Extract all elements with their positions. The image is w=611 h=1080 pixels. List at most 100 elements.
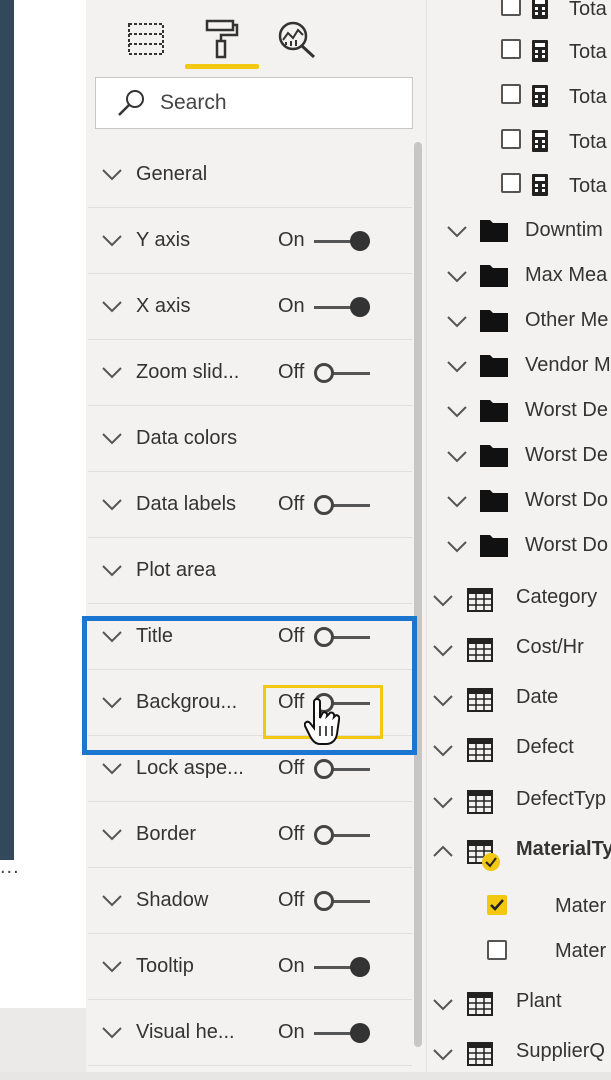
field-checkbox[interactable] xyxy=(501,129,521,149)
expand-chevron[interactable] xyxy=(431,1042,455,1072)
format-section-row[interactable]: Shadow Off xyxy=(88,868,412,934)
display-folder-item[interactable]: Max Mea xyxy=(427,264,611,294)
table-icon xyxy=(467,688,493,712)
display-folder-item[interactable]: Worst De xyxy=(427,444,611,474)
table-icon-wrap xyxy=(467,790,493,820)
chevron-down-icon xyxy=(433,645,453,657)
field-table-item[interactable]: MaterialTy xyxy=(427,838,611,871)
format-section-row[interactable]: Data labels Off xyxy=(88,472,412,538)
section-toggle-switch[interactable] xyxy=(314,230,372,252)
section-toggle-switch[interactable] xyxy=(314,296,372,318)
section-toggle-switch[interactable] xyxy=(314,692,372,714)
format-section-row[interactable]: Border Off xyxy=(88,802,412,868)
field-checkbox[interactable] xyxy=(487,940,507,960)
field-checkbox[interactable] xyxy=(501,39,521,59)
expand-chevron[interactable] xyxy=(100,888,124,917)
format-section-row[interactable]: Lock aspe... Off xyxy=(88,736,412,802)
display-folder-item[interactable]: Worst De xyxy=(427,399,611,429)
folder-label: Worst Do xyxy=(525,534,608,556)
expand-chevron[interactable] xyxy=(431,790,455,820)
measure-field-item[interactable]: Tota xyxy=(427,84,611,116)
expand-chevron[interactable] xyxy=(445,219,469,249)
format-section-row[interactable]: Tooltip On xyxy=(88,934,412,1000)
display-folder-item[interactable]: Worst Do xyxy=(427,534,611,564)
section-toggle-switch[interactable] xyxy=(314,758,372,780)
expand-chevron[interactable] xyxy=(445,354,469,384)
format-section-row[interactable]: Title Off xyxy=(88,604,412,670)
format-search-box[interactable] xyxy=(95,77,413,129)
expand-chevron[interactable] xyxy=(100,360,124,389)
field-column-item[interactable]: Mater xyxy=(427,940,611,970)
field-checkbox[interactable] xyxy=(501,0,521,16)
field-table-item[interactable]: Defect xyxy=(427,736,611,766)
display-folder-item[interactable]: Vendor M xyxy=(427,354,611,384)
section-toggle-switch[interactable] xyxy=(314,890,372,912)
search-input[interactable] xyxy=(158,90,402,116)
more-options-dots[interactable]: ... xyxy=(0,856,20,879)
field-checkbox[interactable] xyxy=(501,84,521,104)
field-table-item[interactable]: SupplierQ xyxy=(427,1040,611,1070)
expand-chevron[interactable] xyxy=(431,992,455,1022)
expand-chevron[interactable] xyxy=(100,294,124,323)
measure-field-item[interactable]: Tota xyxy=(427,129,611,161)
field-table-item[interactable]: Date xyxy=(427,686,611,716)
expand-chevron[interactable] xyxy=(431,638,455,668)
expand-chevron[interactable] xyxy=(100,558,124,587)
toggle-knob xyxy=(314,363,334,383)
section-toggle-switch[interactable] xyxy=(314,626,372,648)
format-section-row[interactable]: Data colors xyxy=(88,406,412,472)
field-checkbox[interactable] xyxy=(487,895,507,915)
field-table-item[interactable]: Category xyxy=(427,586,611,616)
section-toggle-switch[interactable] xyxy=(314,494,372,516)
section-toggle-switch[interactable] xyxy=(314,824,372,846)
format-section-row[interactable]: General xyxy=(88,142,412,208)
measure-field-item[interactable]: Tota xyxy=(427,0,611,28)
format-tab[interactable] xyxy=(197,14,245,64)
expand-chevron[interactable] xyxy=(445,309,469,339)
fields-tab[interactable] xyxy=(122,14,170,64)
expand-chevron[interactable] xyxy=(445,534,469,564)
display-folder-item[interactable]: Other Me xyxy=(427,309,611,339)
chevron-down-icon xyxy=(102,565,122,577)
expand-chevron[interactable] xyxy=(100,228,124,257)
format-section-row[interactable]: Backgrou... Off xyxy=(88,670,412,736)
expand-chevron[interactable] xyxy=(100,954,124,983)
expand-chevron[interactable] xyxy=(100,1020,124,1049)
field-table-item[interactable]: Cost/Hr xyxy=(427,636,611,666)
analytics-tab[interactable] xyxy=(272,14,320,64)
folder-icon xyxy=(480,355,508,377)
expand-chevron[interactable] xyxy=(431,738,455,768)
expand-chevron[interactable] xyxy=(445,444,469,474)
section-label: Tooltip xyxy=(136,955,194,977)
field-checkbox[interactable] xyxy=(501,173,521,193)
section-toggle-switch[interactable] xyxy=(314,362,372,384)
display-folder-item[interactable]: Worst Do xyxy=(427,489,611,519)
expand-chevron[interactable] xyxy=(445,399,469,429)
display-folder-item[interactable]: Downtim xyxy=(427,219,611,249)
expand-chevron[interactable] xyxy=(445,264,469,294)
expand-chevron[interactable] xyxy=(100,756,124,785)
expand-chevron[interactable] xyxy=(100,492,124,521)
expand-chevron[interactable] xyxy=(100,822,124,851)
format-section-row[interactable]: Plot area xyxy=(88,538,412,604)
expand-chevron[interactable] xyxy=(100,162,124,191)
expand-chevron[interactable] xyxy=(431,588,455,618)
format-section-row[interactable]: Y axis On xyxy=(88,208,412,274)
expand-chevron[interactable] xyxy=(431,688,455,718)
section-toggle-switch[interactable] xyxy=(314,956,372,978)
expand-chevron[interactable] xyxy=(431,840,455,870)
measure-field-item[interactable]: Tota xyxy=(427,173,611,205)
expand-chevron[interactable] xyxy=(100,690,124,719)
field-column-item[interactable]: Mater xyxy=(427,895,611,925)
measure-field-item[interactable]: Tota xyxy=(427,39,611,71)
format-pane-scrollbar[interactable] xyxy=(414,142,422,1047)
field-table-item[interactable]: Plant xyxy=(427,990,611,1020)
section-toggle-switch[interactable] xyxy=(314,1022,372,1044)
format-section-row[interactable]: Visual he... On xyxy=(88,1000,412,1066)
expand-chevron[interactable] xyxy=(445,489,469,519)
field-table-item[interactable]: DefectTyp xyxy=(427,788,611,818)
format-section-row[interactable]: Zoom slid... Off xyxy=(88,340,412,406)
expand-chevron[interactable] xyxy=(100,624,124,653)
expand-chevron[interactable] xyxy=(100,426,124,455)
format-section-row[interactable]: X axis On xyxy=(88,274,412,340)
